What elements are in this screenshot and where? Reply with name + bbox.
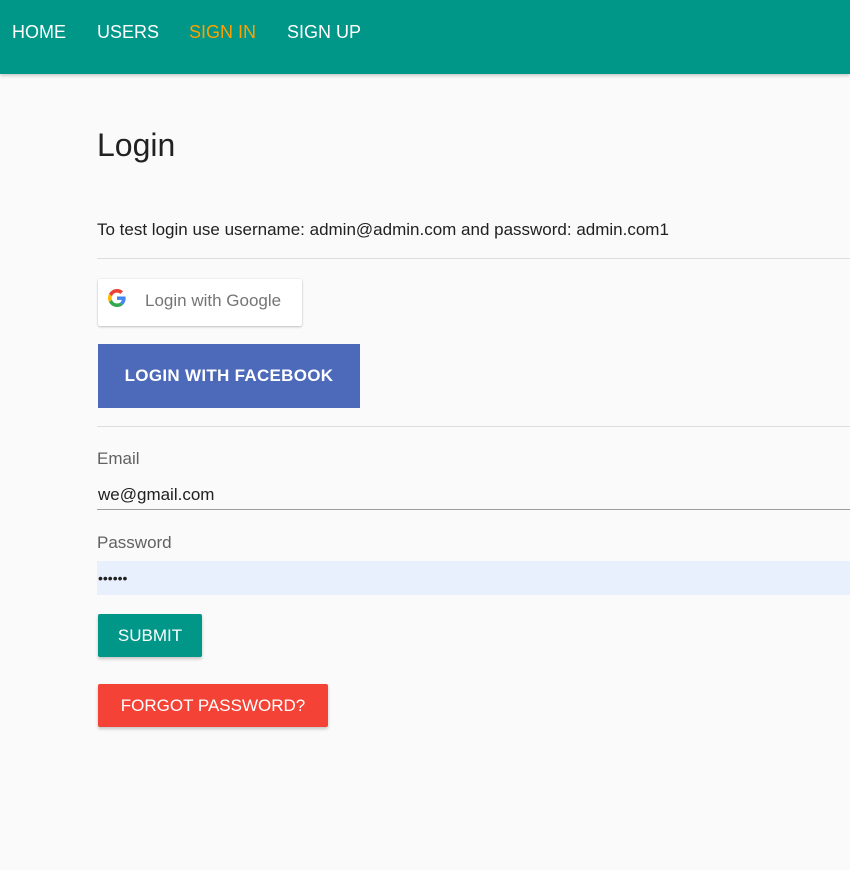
facebook-login-button[interactable]: LOGIN WITH FACEBOOK [98, 344, 360, 408]
email-label: Email [97, 449, 140, 468]
google-login-button[interactable]: Login with Google [98, 279, 302, 326]
google-g-icon [108, 289, 126, 307]
forgot-password-button[interactable]: FORGOT PASSWORD? [98, 684, 328, 727]
page-title: Login [97, 127, 176, 163]
submit-button[interactable]: SUBMIT [98, 614, 202, 657]
top-navbar: HOME USERS SIGN IN SIGN UP [0, 0, 850, 74]
nav-sign-in-link[interactable]: SIGN IN [189, 22, 256, 42]
nav-home-link[interactable]: HOME [12, 22, 66, 42]
password-field[interactable] [97, 561, 850, 595]
divider [97, 258, 850, 259]
login-hint-text: To test login use username: admin@admin.… [97, 220, 669, 239]
divider [97, 426, 850, 427]
nav-users-link[interactable]: USERS [97, 22, 159, 42]
nav-sign-up-link[interactable]: SIGN UP [287, 22, 361, 42]
password-label: Password [97, 533, 172, 552]
google-login-label: Login with Google [145, 291, 282, 310]
email-field[interactable] [97, 480, 850, 510]
